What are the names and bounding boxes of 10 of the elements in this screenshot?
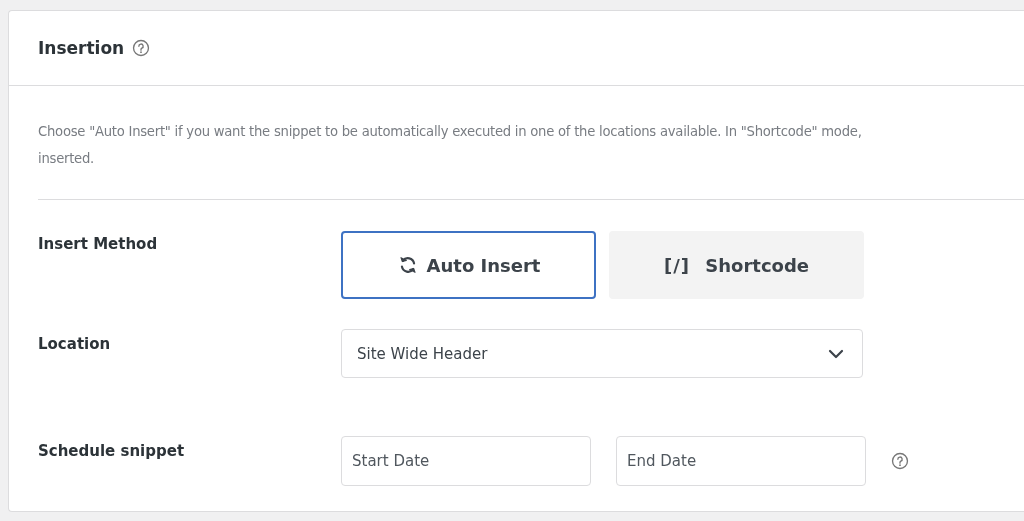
method-button[interactable]: Auto Insert <box>341 231 596 299</box>
field-label: Schedule snippet <box>38 441 186 462</box>
field-label: Insert Method <box>38 234 159 255</box>
location-dropdown[interactable]: Site Wide Header <box>341 329 863 378</box>
method-button[interactable]: [/] Shortcode <box>609 231 864 299</box>
description: Choose "Auto Insert" if you want the snippet to be automatically executed in one of the locations available. In "Shortcode" mode, inserted. <box>38 123 863 168</box>
date-field[interactable]: Start Date <box>341 436 591 486</box>
date-field[interactable]: End Date <box>616 436 866 486</box>
panel-title: Insertion <box>38 38 125 58</box>
field-label: Location <box>38 334 112 355</box>
